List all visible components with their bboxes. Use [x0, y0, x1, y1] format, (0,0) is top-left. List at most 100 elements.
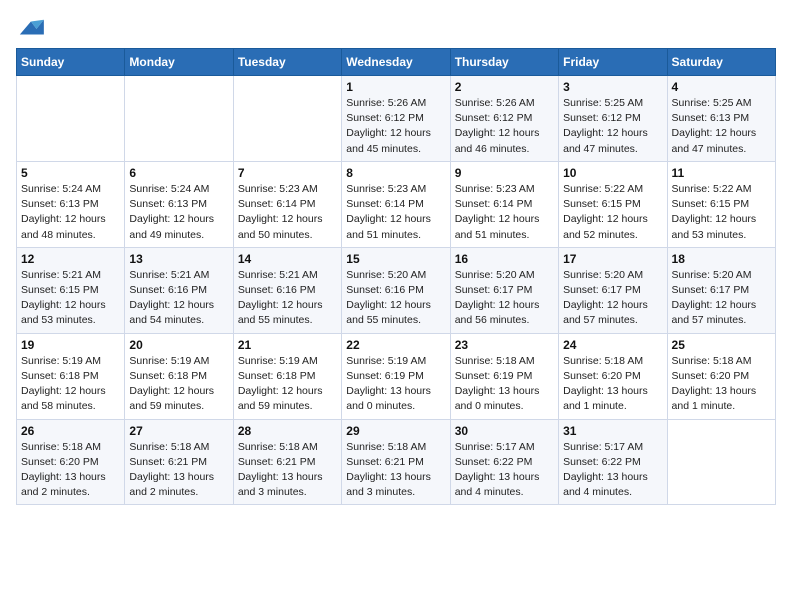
day-info: Sunrise: 5:20 AM Sunset: 6:17 PM Dayligh… [455, 268, 554, 329]
calendar-cell: 24Sunrise: 5:18 AM Sunset: 6:20 PM Dayli… [559, 333, 667, 419]
day-info: Sunrise: 5:18 AM Sunset: 6:19 PM Dayligh… [455, 354, 554, 415]
calendar-cell: 27Sunrise: 5:18 AM Sunset: 6:21 PM Dayli… [125, 419, 233, 505]
day-info: Sunrise: 5:26 AM Sunset: 6:12 PM Dayligh… [346, 96, 445, 157]
day-number: 16 [455, 252, 554, 266]
day-info: Sunrise: 5:23 AM Sunset: 6:14 PM Dayligh… [238, 182, 337, 243]
calendar-cell: 5 Sunrise: 5:24 AM Sunset: 6:13 PM Daylig… [17, 161, 125, 247]
calendar-cell: 25 Sunrise: 5:18 AM Sunset: 6:20 PM Dayli… [667, 333, 775, 419]
day-number: 5 [21, 166, 120, 180]
day-number: 21 [238, 338, 337, 352]
day-number: 7 [238, 166, 337, 180]
day-number: 28 [238, 424, 337, 438]
day-number: 2 [455, 80, 554, 94]
calendar-week-row: 12 Sunrise: 5:21 AM Sunset: 6:15 PM Dayli… [17, 247, 776, 333]
calendar-cell: 29 Sunrise: 5:18 AM Sunset: 6:21 PM Dayli… [342, 419, 450, 505]
day-info: Sunrise: 5:25 AM Sunset: 6:13 PM Dayligh… [672, 96, 771, 157]
day-info: Sunrise: 5:24 AM Sunset: 6:13 PM Dayligh… [129, 182, 228, 243]
day-info: Sunrise: 5:21 AM Sunset: 6:15 PM Dayligh… [21, 268, 120, 329]
day-number: 11 [672, 166, 771, 180]
calendar-cell: 7 Sunrise: 5:23 AM Sunset: 6:14 PM Daylig… [233, 161, 341, 247]
day-number: 24 [563, 338, 662, 352]
calendar-week-row: 19 Sunrise: 5:19 AM Sunset: 6:18 PM Dayli… [17, 333, 776, 419]
day-header-monday: Monday [125, 49, 233, 76]
day-info: Sunrise: 5:21 AM Sunset: 6:16 PM Dayligh… [129, 268, 228, 329]
day-info: Sunrise: 5:19 AM Sunset: 6:18 PM Dayligh… [129, 354, 228, 415]
calendar-cell: 16 Sunrise: 5:20 AM Sunset: 6:17 PM Dayli… [450, 247, 558, 333]
calendar-cell: 12 Sunrise: 5:21 AM Sunset: 6:15 PM Dayli… [17, 247, 125, 333]
day-number: 26 [21, 424, 120, 438]
day-info: Sunrise: 5:23 AM Sunset: 6:14 PM Dayligh… [346, 182, 445, 243]
logo [16, 16, 48, 40]
day-info: Sunrise: 5:19 AM Sunset: 6:18 PM Dayligh… [238, 354, 337, 415]
day-number: 12 [21, 252, 120, 266]
calendar-cell: 4Sunrise: 5:25 AM Sunset: 6:13 PM Daylig… [667, 76, 775, 162]
calendar-cell: 1 Sunrise: 5:26 AM Sunset: 6:12 PM Daylig… [342, 76, 450, 162]
calendar-cell: 19 Sunrise: 5:19 AM Sunset: 6:18 PM Dayli… [17, 333, 125, 419]
calendar-cell: 8Sunrise: 5:23 AM Sunset: 6:14 PM Daylig… [342, 161, 450, 247]
calendar-table: SundayMondayTuesdayWednesdayThursdayFrid… [16, 48, 776, 505]
day-number: 31 [563, 424, 662, 438]
day-number: 23 [455, 338, 554, 352]
calendar-cell: 21 Sunrise: 5:19 AM Sunset: 6:18 PM Dayli… [233, 333, 341, 419]
calendar-cell: 15 Sunrise: 5:20 AM Sunset: 6:16 PM Dayli… [342, 247, 450, 333]
day-number: 25 [672, 338, 771, 352]
day-info: Sunrise: 5:22 AM Sunset: 6:15 PM Dayligh… [672, 182, 771, 243]
day-info: Sunrise: 5:19 AM Sunset: 6:19 PM Dayligh… [346, 354, 445, 415]
day-number: 22 [346, 338, 445, 352]
day-header-thursday: Thursday [450, 49, 558, 76]
day-header-sunday: Sunday [17, 49, 125, 76]
day-info: Sunrise: 5:17 AM Sunset: 6:22 PM Dayligh… [455, 440, 554, 501]
day-number: 14 [238, 252, 337, 266]
calendar-cell [17, 76, 125, 162]
day-number: 29 [346, 424, 445, 438]
calendar-cell [667, 419, 775, 505]
calendar-week-row: 1 Sunrise: 5:26 AM Sunset: 6:12 PM Daylig… [17, 76, 776, 162]
day-info: Sunrise: 5:22 AM Sunset: 6:15 PM Dayligh… [563, 182, 662, 243]
calendar-cell: 14 Sunrise: 5:21 AM Sunset: 6:16 PM Dayli… [233, 247, 341, 333]
day-number: 3 [563, 80, 662, 94]
day-info: Sunrise: 5:20 AM Sunset: 6:16 PM Dayligh… [346, 268, 445, 329]
calendar-cell: 28 Sunrise: 5:18 AM Sunset: 6:21 PM Dayli… [233, 419, 341, 505]
calendar-cell [233, 76, 341, 162]
day-number: 9 [455, 166, 554, 180]
calendar-cell: 23 Sunrise: 5:18 AM Sunset: 6:19 PM Dayli… [450, 333, 558, 419]
day-number: 15 [346, 252, 445, 266]
day-number: 1 [346, 80, 445, 94]
day-number: 13 [129, 252, 228, 266]
calendar-cell: 11 Sunrise: 5:22 AM Sunset: 6:15 PM Dayli… [667, 161, 775, 247]
day-number: 20 [129, 338, 228, 352]
day-info: Sunrise: 5:18 AM Sunset: 6:21 PM Dayligh… [346, 440, 445, 501]
day-header-wednesday: Wednesday [342, 49, 450, 76]
calendar-cell: 6 Sunrise: 5:24 AM Sunset: 6:13 PM Daylig… [125, 161, 233, 247]
day-header-saturday: Saturday [667, 49, 775, 76]
calendar-cell: 20 Sunrise: 5:19 AM Sunset: 6:18 PM Dayli… [125, 333, 233, 419]
calendar-cell: 30Sunrise: 5:17 AM Sunset: 6:22 PM Dayli… [450, 419, 558, 505]
day-number: 19 [21, 338, 120, 352]
logo-icon [16, 16, 44, 40]
day-info: Sunrise: 5:21 AM Sunset: 6:16 PM Dayligh… [238, 268, 337, 329]
calendar-cell: 2Sunrise: 5:26 AM Sunset: 6:12 PM Daylig… [450, 76, 558, 162]
day-info: Sunrise: 5:18 AM Sunset: 6:21 PM Dayligh… [238, 440, 337, 501]
day-info: Sunrise: 5:20 AM Sunset: 6:17 PM Dayligh… [563, 268, 662, 329]
day-info: Sunrise: 5:17 AM Sunset: 6:22 PM Dayligh… [563, 440, 662, 501]
day-header-tuesday: Tuesday [233, 49, 341, 76]
day-number: 18 [672, 252, 771, 266]
page-header [16, 16, 776, 40]
calendar-cell: 26Sunrise: 5:18 AM Sunset: 6:20 PM Dayli… [17, 419, 125, 505]
day-number: 27 [129, 424, 228, 438]
day-info: Sunrise: 5:25 AM Sunset: 6:12 PM Dayligh… [563, 96, 662, 157]
calendar-cell [125, 76, 233, 162]
calendar-cell: 13 Sunrise: 5:21 AM Sunset: 6:16 PM Dayli… [125, 247, 233, 333]
calendar-header-row: SundayMondayTuesdayWednesdayThursdayFrid… [17, 49, 776, 76]
calendar-cell: 17Sunrise: 5:20 AM Sunset: 6:17 PM Dayli… [559, 247, 667, 333]
day-number: 6 [129, 166, 228, 180]
calendar-week-row: 5 Sunrise: 5:24 AM Sunset: 6:13 PM Daylig… [17, 161, 776, 247]
calendar-cell: 18 Sunrise: 5:20 AM Sunset: 6:17 PM Dayli… [667, 247, 775, 333]
calendar-cell: 22 Sunrise: 5:19 AM Sunset: 6:19 PM Dayli… [342, 333, 450, 419]
day-info: Sunrise: 5:18 AM Sunset: 6:20 PM Dayligh… [672, 354, 771, 415]
day-info: Sunrise: 5:19 AM Sunset: 6:18 PM Dayligh… [21, 354, 120, 415]
day-info: Sunrise: 5:24 AM Sunset: 6:13 PM Dayligh… [21, 182, 120, 243]
calendar-cell: 3 Sunrise: 5:25 AM Sunset: 6:12 PM Daylig… [559, 76, 667, 162]
day-info: Sunrise: 5:20 AM Sunset: 6:17 PM Dayligh… [672, 268, 771, 329]
calendar-cell: 31 Sunrise: 5:17 AM Sunset: 6:22 PM Dayli… [559, 419, 667, 505]
